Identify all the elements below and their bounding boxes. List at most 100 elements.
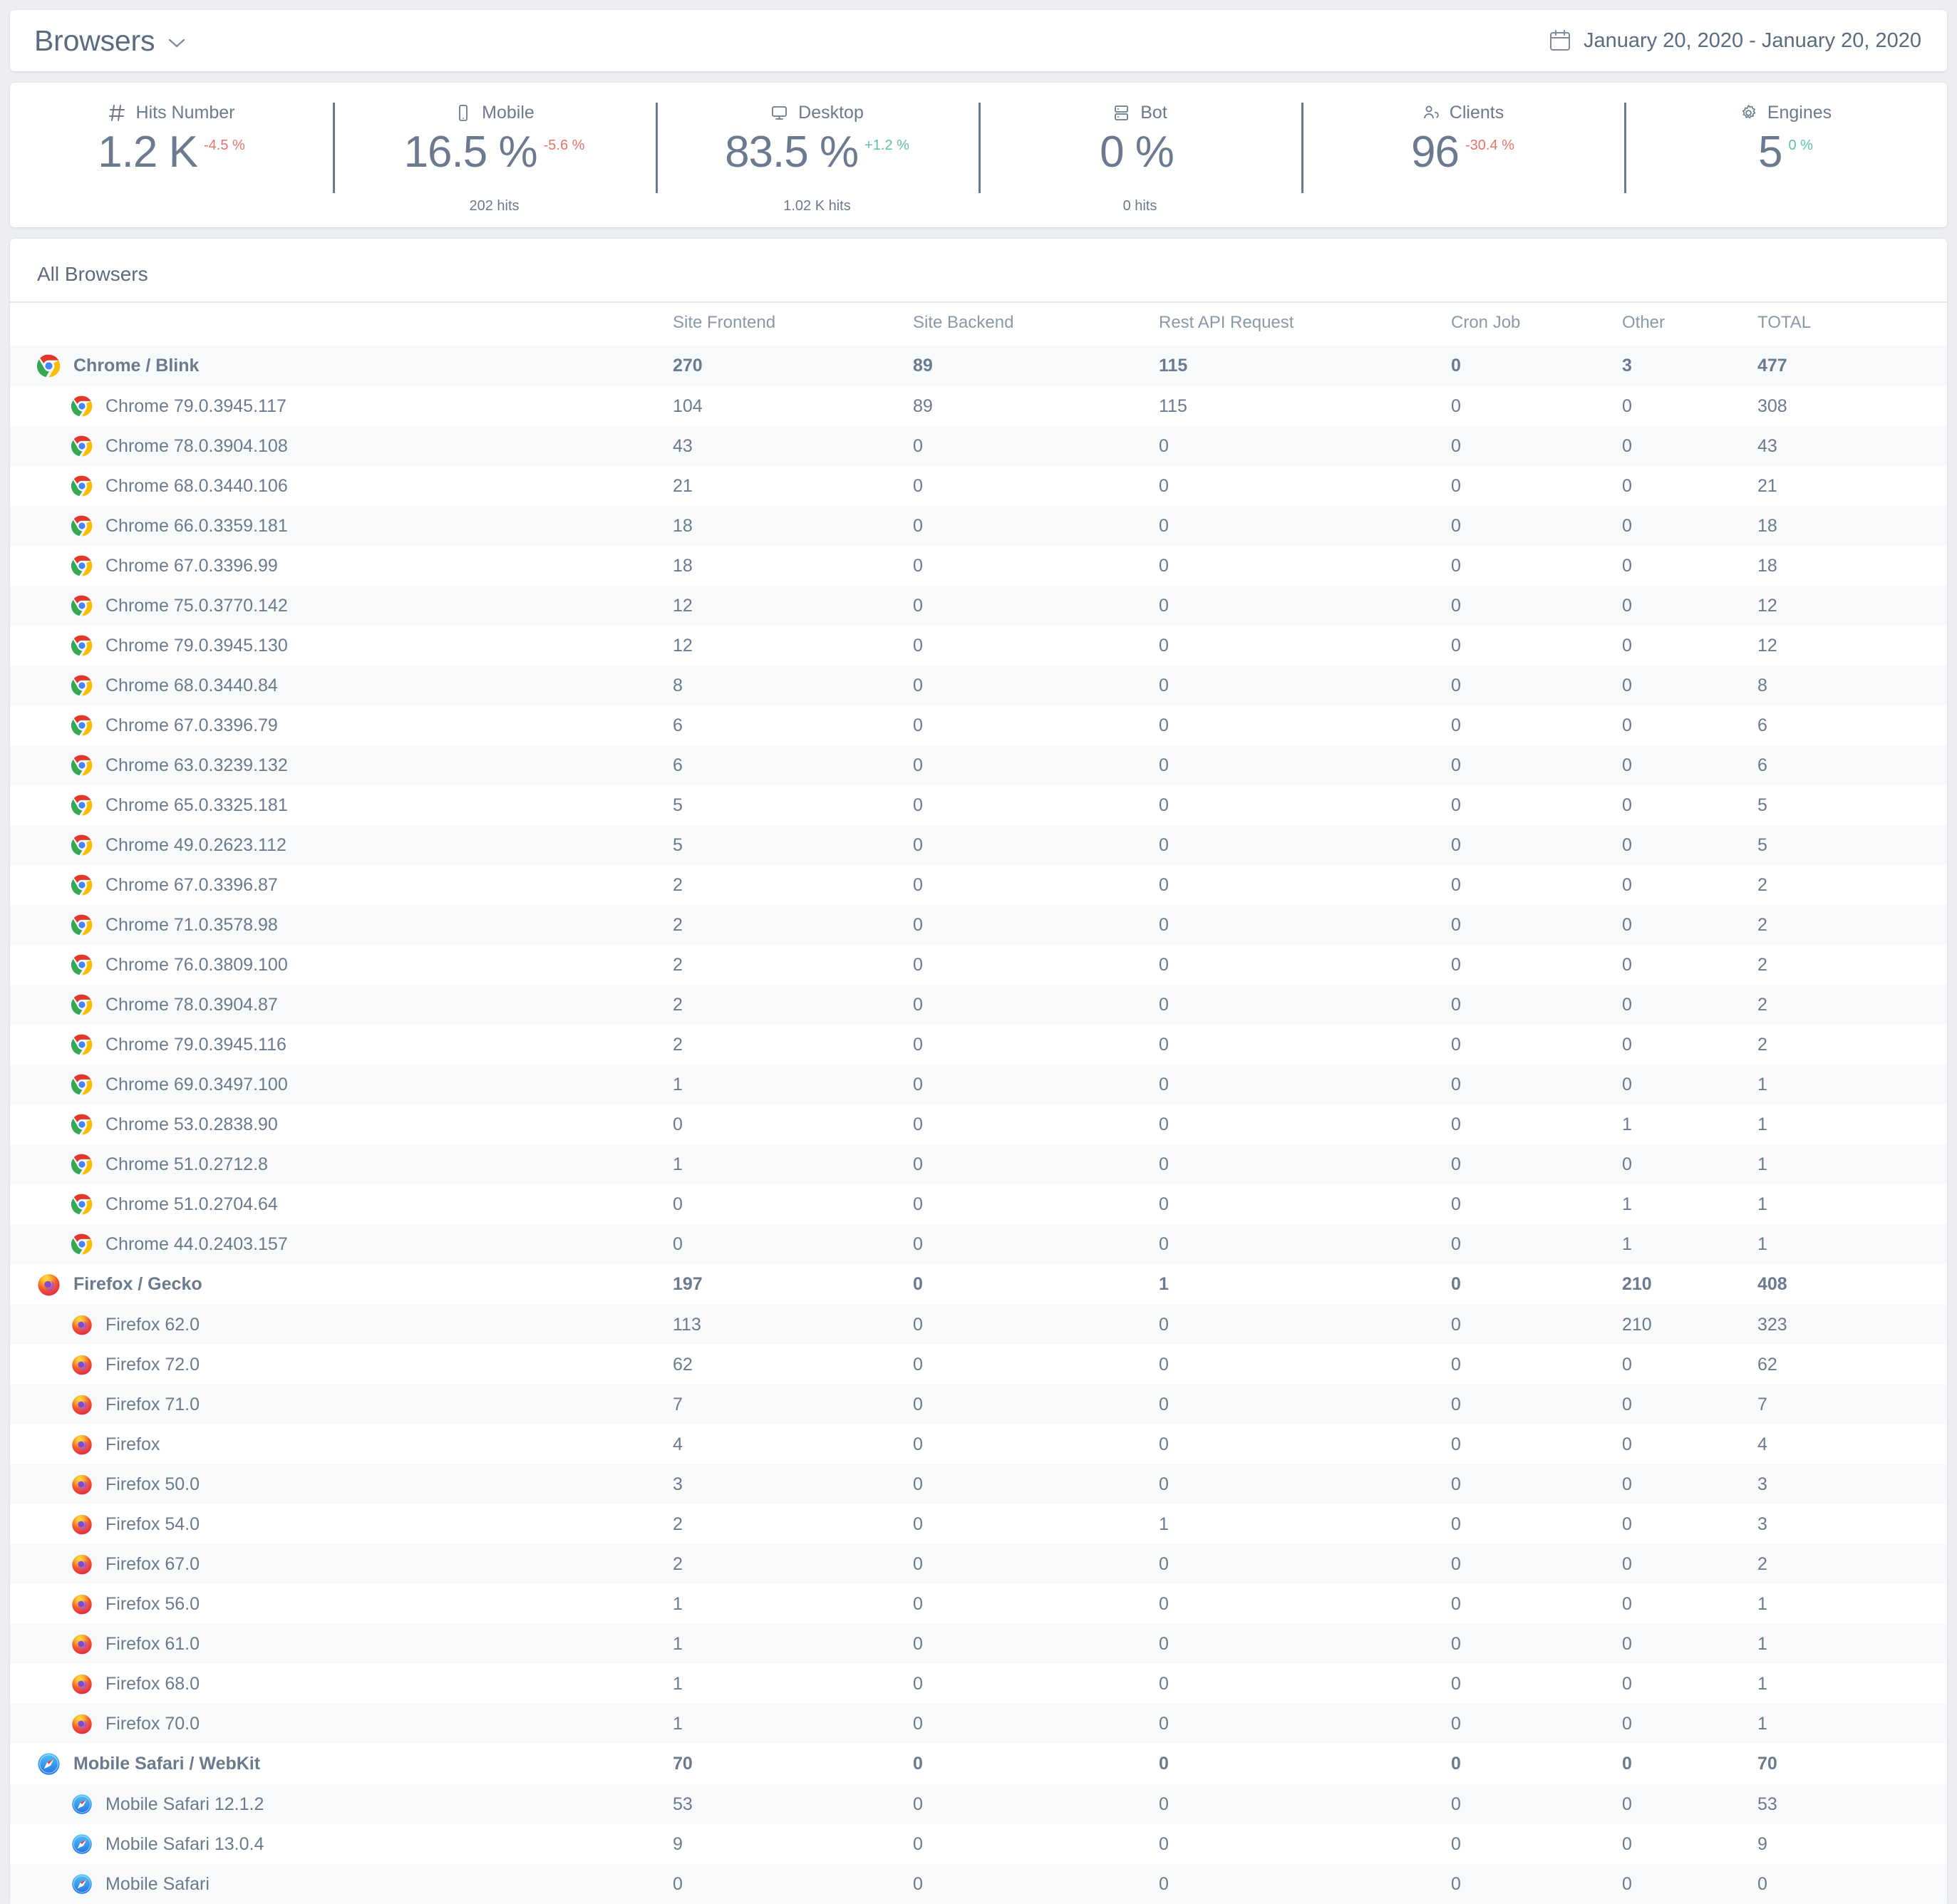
cell-cron-job: 0 bbox=[1451, 356, 1461, 376]
col-header-site-frontend[interactable]: Site Frontend bbox=[673, 301, 913, 346]
table-row[interactable]: Chrome 68.0.3440.106 21 0 0 0 0 21 bbox=[10, 466, 1947, 506]
browser-name-wrap: Firefox 50.0 bbox=[71, 1474, 673, 1495]
cell-site-frontend: 2 bbox=[673, 994, 683, 1015]
table-row[interactable]: Firefox 61.0 1 0 0 0 0 1 bbox=[10, 1624, 1947, 1664]
col-header-total[interactable]: TOTAL bbox=[1757, 301, 1921, 346]
cell-site-backend: 0 bbox=[913, 1034, 923, 1055]
cell-site-backend: 0 bbox=[913, 954, 923, 975]
kpi-mobile-valuerow: 16.5 % -5.6 % bbox=[404, 129, 585, 175]
table-row[interactable]: Chrome 44.0.2403.157 0 0 0 0 1 1 bbox=[10, 1224, 1947, 1264]
browser-name-label: Firefox bbox=[105, 1434, 160, 1454]
table-row[interactable]: Firefox 50.0 3 0 0 0 0 3 bbox=[10, 1464, 1947, 1504]
browser-name-label: Chrome 79.0.3945.130 bbox=[105, 635, 288, 656]
cell-cron-job: 0 bbox=[1451, 1794, 1461, 1814]
table-row[interactable]: Chrome 53.0.2838.90 0 0 0 0 1 1 bbox=[10, 1104, 1947, 1144]
cell-other: 0 bbox=[1622, 595, 1632, 616]
table-row[interactable]: Chrome 78.0.3904.87 2 0 0 0 0 2 bbox=[10, 985, 1947, 1025]
chevron-down-icon[interactable] bbox=[167, 38, 186, 48]
kpi-mobile-label: Mobile bbox=[482, 103, 535, 123]
cell-cron-job: 0 bbox=[1451, 755, 1461, 775]
cell-site-backend: 0 bbox=[913, 515, 923, 536]
table-row[interactable]: Firefox 70.0 1 0 0 0 0 1 bbox=[10, 1704, 1947, 1744]
table-row[interactable]: Firefox 62.0 113 0 0 0 210 323 bbox=[10, 1305, 1947, 1345]
cell-site-backend: 0 bbox=[913, 755, 923, 775]
cell-rest-api-request: 0 bbox=[1159, 795, 1169, 815]
table-group-row[interactable]: Mobile Safari / WebKit 70 0 0 0 0 70 bbox=[10, 1744, 1947, 1784]
browser-name-cell: Chrome 51.0.2704.64 bbox=[10, 1184, 673, 1224]
table-row[interactable]: Chrome 78.0.3904.108 43 0 0 0 0 43 bbox=[10, 426, 1947, 466]
cell-spacer bbox=[1921, 1704, 1947, 1744]
browser-name-cell: Chrome 51.0.2712.8 bbox=[10, 1144, 673, 1184]
firefox-icon bbox=[71, 1593, 93, 1615]
table-group-row[interactable]: Chrome / Blink 270 89 115 0 3 477 bbox=[10, 346, 1947, 386]
table-row[interactable]: Chrome 69.0.3497.100 1 0 0 0 0 1 bbox=[10, 1065, 1947, 1104]
cell-cron-job: 0 bbox=[1451, 1474, 1461, 1494]
cell-site-frontend: 8 bbox=[673, 675, 683, 695]
cell-total: 12 bbox=[1757, 595, 1777, 616]
col-header-site-backend[interactable]: Site Backend bbox=[913, 301, 1159, 346]
col-header-name[interactable] bbox=[10, 301, 673, 346]
table-row[interactable]: Chrome 67.0.3396.87 2 0 0 0 0 2 bbox=[10, 865, 1947, 905]
browser-name-cell: Chrome 66.0.3359.181 bbox=[10, 506, 673, 546]
cell-rest-api-request: 115 bbox=[1159, 356, 1188, 376]
table-row[interactable]: Chrome 67.0.3396.79 6 0 0 0 0 6 bbox=[10, 705, 1947, 745]
table-row[interactable]: Chrome 79.0.3945.116 2 0 0 0 0 2 bbox=[10, 1025, 1947, 1065]
cell-rest-api-request: 0 bbox=[1159, 1314, 1169, 1335]
table-row[interactable]: Chrome 79.0.3945.117 104 89 115 0 0 308 bbox=[10, 386, 1947, 426]
chrome-icon bbox=[71, 1194, 93, 1215]
browser-name-wrap: Chrome 79.0.3945.130 bbox=[71, 635, 673, 656]
table-row[interactable]: Mobile Safari 13.0.4 9 0 0 0 0 9 bbox=[10, 1824, 1947, 1864]
table-row[interactable]: Chrome 75.0.3770.142 12 0 0 0 0 12 bbox=[10, 586, 1947, 626]
table-row[interactable]: Chrome 76.0.3809.100 2 0 0 0 0 2 bbox=[10, 945, 1947, 985]
table-row[interactable]: Firefox 56.0 1 0 0 0 0 1 bbox=[10, 1584, 1947, 1624]
col-header-cron-job[interactable]: Cron Job bbox=[1451, 301, 1622, 346]
cell-spacer bbox=[1921, 626, 1947, 666]
table-row[interactable]: Mobile Safari 0 0 0 0 0 0 bbox=[10, 1864, 1947, 1904]
firefox-icon bbox=[71, 1633, 93, 1655]
cell-site-backend: 0 bbox=[913, 1074, 923, 1095]
table-row[interactable]: Firefox 68.0 1 0 0 0 0 1 bbox=[10, 1664, 1947, 1704]
browser-name-cell: Chrome 67.0.3396.87 bbox=[10, 865, 673, 905]
cell-total: 3 bbox=[1757, 1474, 1767, 1494]
table-row[interactable]: Chrome 66.0.3359.181 18 0 0 0 0 18 bbox=[10, 506, 1947, 546]
cell-spacer bbox=[1921, 1345, 1947, 1385]
table-row[interactable]: Chrome 79.0.3945.130 12 0 0 0 0 12 bbox=[10, 626, 1947, 666]
cell-site-backend: 0 bbox=[913, 675, 923, 695]
cell-spacer bbox=[1921, 785, 1947, 825]
cell-spacer bbox=[1921, 546, 1947, 586]
table-row[interactable]: Firefox 4 0 0 0 0 4 bbox=[10, 1424, 1947, 1464]
browser-name-cell: Chrome 67.0.3396.99 bbox=[10, 546, 673, 586]
table-row[interactable]: Firefox 71.0 7 0 0 0 0 7 bbox=[10, 1385, 1947, 1424]
table-group-row[interactable]: Firefox / Gecko 197 0 1 0 210 408 bbox=[10, 1264, 1947, 1305]
cell-site-backend: 0 bbox=[913, 1394, 923, 1414]
table-row[interactable]: Mobile Safari 12.1.2 53 0 0 0 0 53 bbox=[10, 1784, 1947, 1824]
cell-spacer bbox=[1921, 346, 1947, 386]
kpi-strip: Hits Number 1.2 K -4.5 % Mobile 16.5 % -… bbox=[10, 83, 1947, 227]
table-row[interactable]: Chrome 67.0.3396.99 18 0 0 0 0 18 bbox=[10, 546, 1947, 586]
cell-site-backend: 0 bbox=[913, 635, 923, 656]
table-row[interactable]: Chrome 63.0.3239.132 6 0 0 0 0 6 bbox=[10, 745, 1947, 785]
table-row[interactable]: Chrome 65.0.3325.181 5 0 0 0 0 5 bbox=[10, 785, 1947, 825]
table-row[interactable]: Chrome 51.0.2704.64 0 0 0 0 1 1 bbox=[10, 1184, 1947, 1224]
cell-spacer bbox=[1921, 1824, 1947, 1864]
table-row[interactable]: Firefox 72.0 62 0 0 0 0 62 bbox=[10, 1345, 1947, 1385]
table-row[interactable]: Chrome 51.0.2712.8 1 0 0 0 0 1 bbox=[10, 1144, 1947, 1184]
table-row[interactable]: Chrome 68.0.3440.84 8 0 0 0 0 8 bbox=[10, 666, 1947, 705]
table-row[interactable]: Chrome 49.0.2623.112 5 0 0 0 0 5 bbox=[10, 825, 1947, 865]
clients-icon bbox=[1422, 103, 1440, 123]
cell-site-frontend: 1 bbox=[673, 1154, 683, 1174]
cell-cron-job: 0 bbox=[1451, 1354, 1461, 1375]
kpi-hits-number-head: Hits Number bbox=[108, 103, 234, 123]
cell-other: 1 bbox=[1622, 1233, 1632, 1254]
browser-name-cell: Chrome 67.0.3396.79 bbox=[10, 705, 673, 745]
col-header-rest-api-request[interactable]: Rest API Request bbox=[1159, 301, 1451, 346]
cell-spacer bbox=[1921, 1664, 1947, 1704]
date-range-picker[interactable]: January 20, 2020 - January 20, 2020 bbox=[1549, 29, 1921, 53]
table-row[interactable]: Firefox 67.0 2 0 0 0 0 2 bbox=[10, 1544, 1947, 1584]
col-header-other[interactable]: Other bbox=[1622, 301, 1757, 346]
cell-cron-job: 0 bbox=[1451, 395, 1461, 416]
table-row[interactable]: Firefox 54.0 2 0 1 0 0 3 bbox=[10, 1504, 1947, 1544]
kpi-clients-valuerow: 96 -30.4 % bbox=[1411, 129, 1514, 175]
table-row[interactable]: Chrome 71.0.3578.98 2 0 0 0 0 2 bbox=[10, 905, 1947, 945]
cell-total: 0 bbox=[1757, 1873, 1767, 1894]
